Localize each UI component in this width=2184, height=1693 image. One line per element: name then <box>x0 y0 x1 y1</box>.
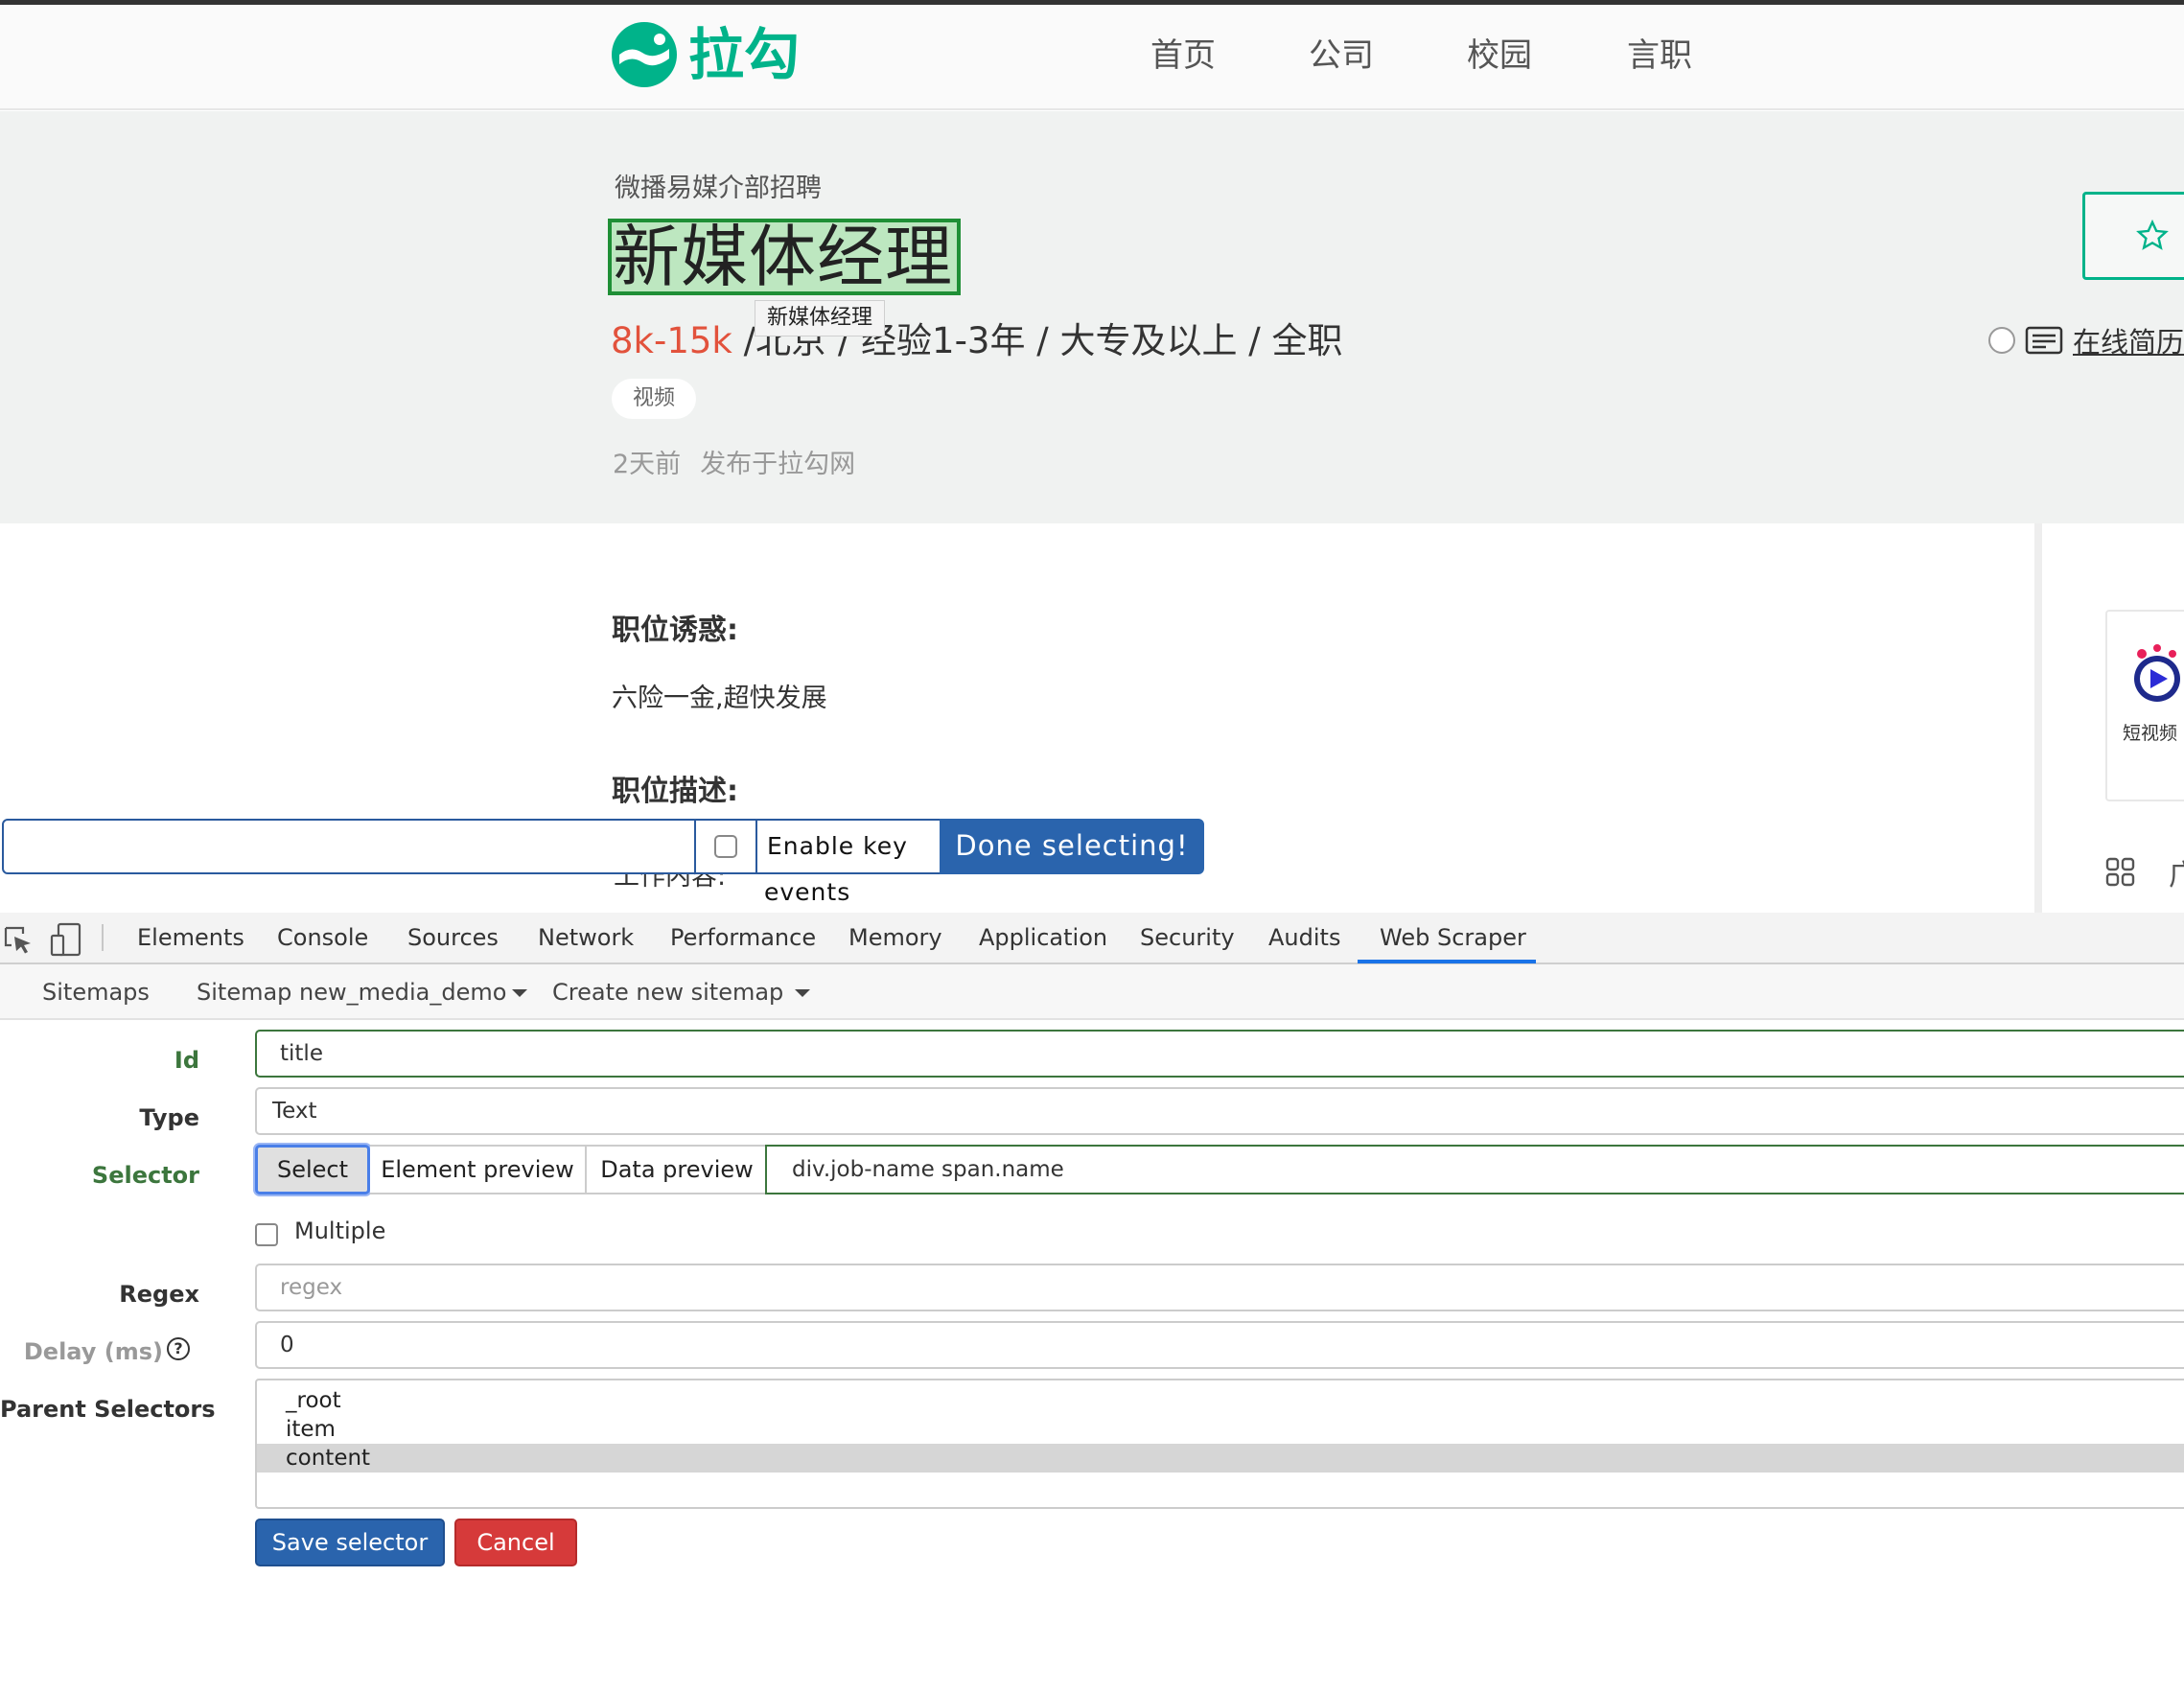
sitemap-dropdown[interactable]: Sitemap new_media_demo <box>197 964 528 1020</box>
tab-web-scraper[interactable]: Web Scraper <box>1380 913 1526 964</box>
selector-label: Selector <box>91 1162 199 1189</box>
create-sitemap-label: Create new sitemap <box>552 979 784 1006</box>
type-select[interactable]: Text <box>255 1087 2184 1135</box>
active-tab-indicator <box>1358 960 1536 963</box>
tab-console[interactable]: Console <box>277 913 368 964</box>
parent-selectors-list[interactable]: _root item content <box>255 1379 2184 1509</box>
tab-sources[interactable]: Sources <box>407 913 499 964</box>
job-tag[interactable]: 视频 <box>612 379 697 419</box>
delay-label: Delay (ms) <box>23 1338 163 1365</box>
id-input[interactable]: title <box>255 1030 2184 1078</box>
selector-hover-tooltip: 新媒体经理 <box>755 300 886 336</box>
tab-performance[interactable]: Performance <box>670 913 816 964</box>
star-icon <box>2136 219 2169 250</box>
job-meta: 8k-15k /北京 / 经验1-3年 / 大专及以上 / 全职 <box>611 320 1342 362</box>
resume-radio[interactable] <box>1988 327 2015 354</box>
publish-info: 2天前 发布于拉勾网 <box>613 443 855 480</box>
cancel-button[interactable]: Cancel <box>454 1519 577 1566</box>
data-preview-button[interactable]: Data preview <box>587 1145 769 1194</box>
parent-option-content[interactable]: content <box>257 1444 2184 1473</box>
tab-memory[interactable]: Memory <box>848 913 942 964</box>
site-logo[interactable]: 拉勾 <box>610 21 800 88</box>
inspect-element-icon[interactable] <box>2 924 35 961</box>
resume-icon <box>2025 326 2063 355</box>
create-sitemap-dropdown[interactable]: Create new sitemap <box>552 964 811 1020</box>
tab-elements[interactable]: Elements <box>137 913 244 964</box>
tab-network[interactable]: Network <box>538 913 634 964</box>
regex-label: Regex <box>119 1281 199 1308</box>
parent-option-item[interactable]: item <box>257 1415 2184 1444</box>
caret-down-icon <box>795 989 811 997</box>
nav-home[interactable]: 首页 <box>1150 29 1216 82</box>
regex-input[interactable]: regex <box>255 1264 2184 1311</box>
element-preview-button[interactable]: Element preview <box>370 1145 587 1194</box>
company-department: 微播易媒介部招聘 <box>615 174 822 203</box>
id-label: Id <box>174 1047 199 1074</box>
enable-key-checkbox-cell[interactable] <box>696 819 757 874</box>
caret-down-icon <box>512 989 528 997</box>
device-toolbar-icon[interactable] <box>50 922 82 961</box>
benefits-text: 六险一金,超快发展 <box>612 684 827 713</box>
sitemaps-link[interactable]: Sitemaps <box>42 964 150 1020</box>
tab-audits[interactable]: Audits <box>1268 913 1340 964</box>
job-title[interactable]: 新媒体经理 <box>613 217 953 297</box>
nav-campus[interactable]: 校园 <box>1467 29 1532 82</box>
nav-yanzhi[interactable]: 言职 <box>1627 29 1692 82</box>
tab-application[interactable]: Application <box>979 913 1107 964</box>
salary: 8k-15k <box>611 320 732 361</box>
enable-key-checkbox[interactable] <box>714 835 737 858</box>
selection-toolbar: Enable key Done selecting! <box>2 819 1204 874</box>
parent-selectors-label: Parent Selectors <box>0 1396 216 1423</box>
delay-input[interactable]: 0 <box>255 1321 2184 1369</box>
selected-selector-input[interactable] <box>2 819 696 874</box>
tab-security[interactable]: Security <box>1140 913 1235 964</box>
ad-label: 短视频 <box>2123 723 2178 744</box>
video-play-icon <box>2134 644 2180 702</box>
multiple-label: Multiple <box>294 1218 386 1244</box>
done-selecting-button[interactable]: Done selecting! <box>940 819 1204 874</box>
grid-icon[interactable] <box>2104 856 2137 893</box>
selector-button-group: Select Element preview Data preview <box>255 1145 769 1194</box>
posted-time: 2天前 <box>613 450 682 479</box>
type-label: Type <box>139 1104 199 1131</box>
multiple-checkbox[interactable] <box>255 1223 278 1246</box>
sitemap-dropdown-label: Sitemap new_media_demo <box>197 979 507 1006</box>
site-logo-text: 拉勾 <box>688 22 801 87</box>
benefits-heading: 职位诱惑: <box>612 614 738 647</box>
enable-key-label: Enable key <box>757 819 940 874</box>
online-resume-option[interactable]: 在线简历 <box>1988 320 2184 360</box>
resume-label[interactable]: 在线简历 <box>2073 320 2184 360</box>
lagou-logo-icon <box>612 22 677 87</box>
selector-input[interactable]: div.job-name span.name <box>765 1145 2184 1194</box>
save-selector-button[interactable]: Save selector <box>255 1519 445 1566</box>
side-bottom-text: 广 <box>2169 859 2184 893</box>
select-button[interactable]: Select <box>255 1145 370 1194</box>
side-divider <box>2034 523 2042 913</box>
parent-option-root[interactable]: _root <box>257 1386 2184 1415</box>
tabbar-separator <box>102 924 104 951</box>
site-header <box>0 5 2184 110</box>
description-heading: 职位描述: <box>612 775 738 808</box>
enable-key-label-overflow: events <box>764 878 851 906</box>
posted-source: 发布于拉勾网 <box>700 450 856 479</box>
ad-card[interactable] <box>2105 610 2184 801</box>
help-icon[interactable]: ? <box>167 1337 190 1360</box>
nav-companies[interactable]: 公司 <box>1309 29 1374 82</box>
favorite-button[interactable] <box>2082 192 2184 280</box>
job-banner <box>0 111 2184 523</box>
